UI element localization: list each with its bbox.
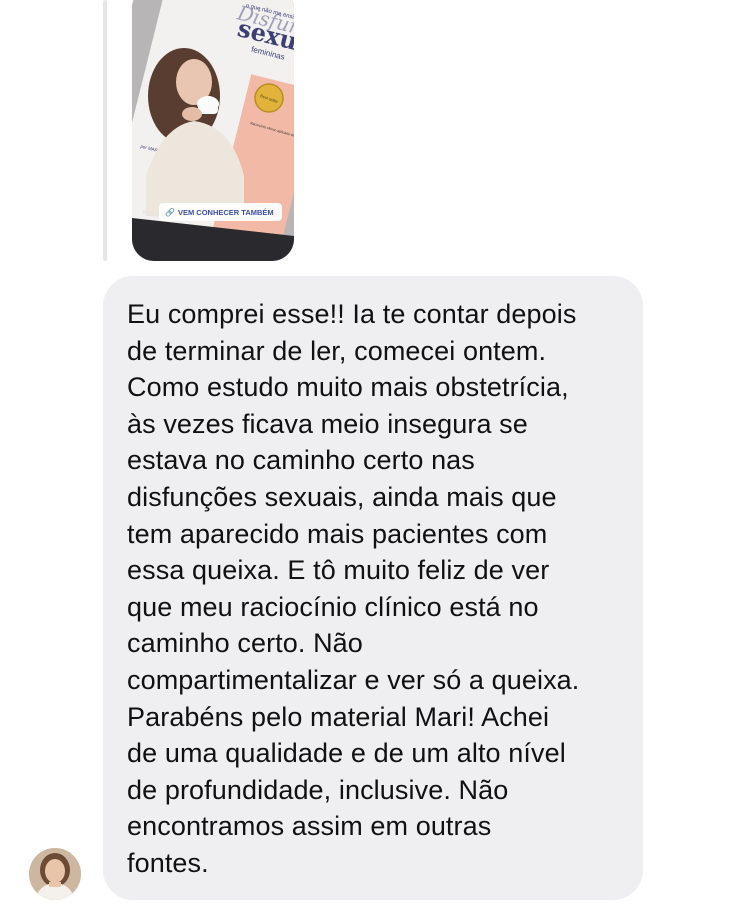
message-text: Eu comprei esse!! Ia te contar depois de… (127, 299, 580, 878)
profile-avatar-icon (29, 848, 81, 900)
sender-avatar[interactable] (29, 848, 81, 900)
chat-thread: o que não me ensinaram sobre Disfunções … (0, 0, 736, 919)
link-sticker[interactable]: 🔗 VEM CONHECER TAMBÉM (159, 203, 282, 221)
link-sticker-label: VEM CONHECER TAMBÉM (177, 207, 274, 217)
link-icon: 🔗 (165, 207, 175, 217)
book-cover-photo: o que não me ensinaram sobre Disfunções … (132, 0, 294, 261)
message-bubble[interactable]: Eu comprei esse!! Ia te contar depois de… (103, 276, 643, 900)
story-reply-thumbnail[interactable]: o que não me ensinaram sobre Disfunções … (132, 0, 294, 261)
reply-indicator-bar (103, 0, 107, 261)
